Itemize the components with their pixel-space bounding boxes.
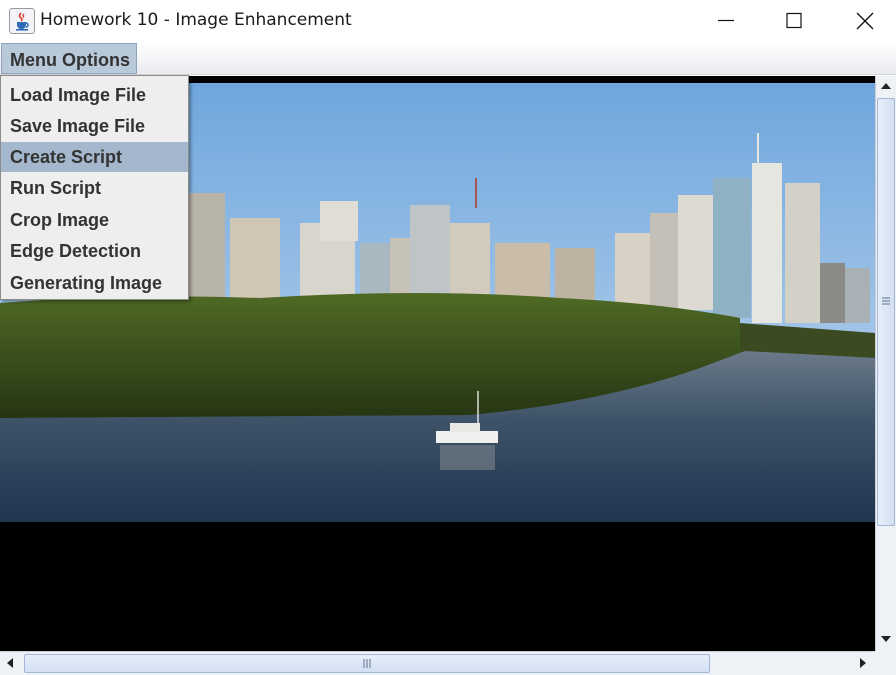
window-title: Homework 10 - Image Enhancement [40,10,352,30]
arrow-down-icon [881,636,891,642]
menu-item-load-image-file[interactable]: Load Image File [1,80,188,110]
close-button[interactable] [834,0,896,42]
menu-item-create-script[interactable]: Create Script [1,142,188,172]
arrow-left-icon [7,658,13,668]
title-bar: Homework 10 - Image Enhancement [0,0,896,42]
arrow-right-icon [860,658,866,668]
close-icon [856,12,874,30]
menu-item-save-image-file[interactable]: Save Image File [1,111,188,141]
arrow-up-icon [881,83,891,89]
grip-icon [363,659,371,668]
scrollbar-corner [875,651,896,675]
grip-icon [882,297,890,305]
vertical-scrollbar[interactable] [875,76,896,651]
menu-item-generating-image[interactable]: Generating Image [1,268,188,298]
minimize-button[interactable] [695,0,757,42]
horizontal-scroll-thumb[interactable] [24,654,710,673]
menu-bar: Menu Options [0,42,896,75]
menu-options-button[interactable]: Menu Options [1,43,137,74]
scroll-down-button[interactable] [876,629,896,649]
scroll-left-button[interactable] [0,653,20,673]
scroll-right-button[interactable] [853,653,873,673]
java-cup-icon [9,8,35,34]
horizontal-scrollbar[interactable] [0,651,875,675]
menu-item-crop-image[interactable]: Crop Image [1,205,188,235]
menu-options-dropdown: Load Image File Save Image File Create S… [0,75,189,300]
maximize-icon [786,12,802,29]
scroll-up-button[interactable] [876,76,896,96]
minimize-icon [718,19,734,22]
maximize-button[interactable] [763,0,825,42]
menu-item-run-script[interactable]: Run Script [1,173,188,203]
menu-item-edge-detection[interactable]: Edge Detection [1,236,188,266]
vertical-scroll-thumb[interactable] [877,98,895,526]
